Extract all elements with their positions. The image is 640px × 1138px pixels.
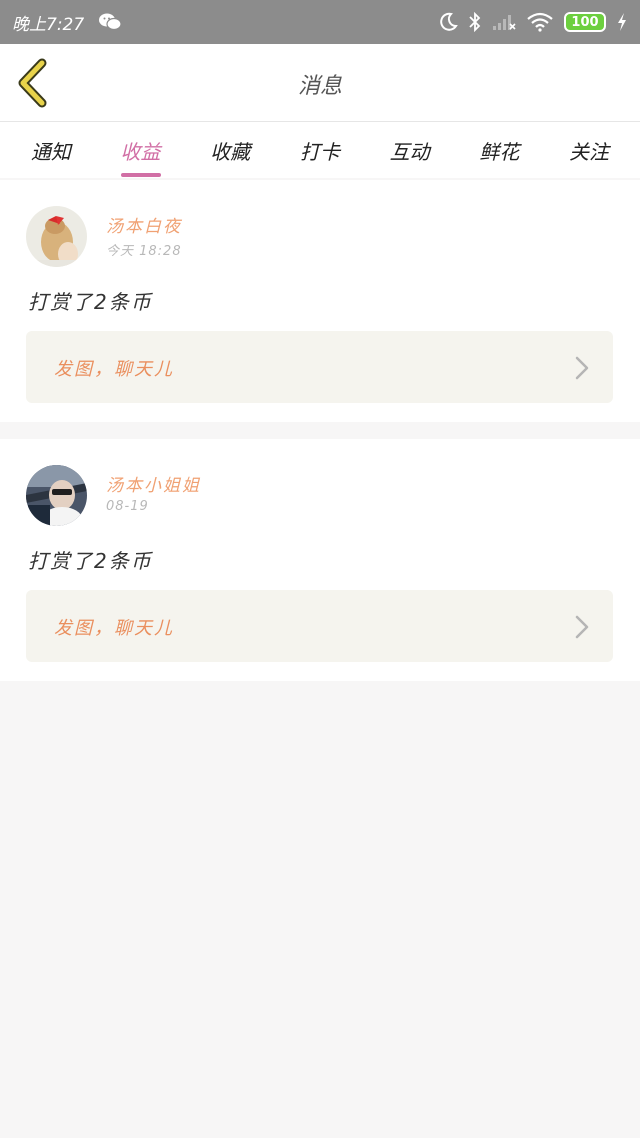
timestamp: 08-19	[106, 499, 149, 514]
message-text: 打赏了2条币	[28, 290, 153, 314]
tab-checkin[interactable]: 打卡	[296, 128, 344, 173]
timestamp: 今天 18:28	[106, 244, 182, 259]
chat-prompt-label: 发图，聊天儿	[54, 359, 174, 380]
tab-label: 收益	[120, 139, 161, 164]
chevron-right-icon	[575, 356, 589, 380]
tab-label: 互动	[389, 139, 430, 164]
tab-interactions[interactable]: 互动	[386, 128, 434, 173]
chat-prompt-label: 发图，聊天儿	[54, 618, 174, 639]
chevron-right-icon	[575, 615, 589, 639]
tab-label: 收藏	[210, 139, 251, 164]
tab-favorites[interactable]: 收藏	[206, 128, 254, 173]
chat-prompt-button[interactable]: 发图，聊天儿	[26, 331, 613, 403]
username[interactable]: 汤本白夜	[106, 212, 182, 237]
status-time: 晚上7:27	[12, 14, 85, 35]
battery-indicator: 100	[564, 12, 606, 32]
moon-icon	[440, 12, 458, 31]
tab-label: 通知	[30, 139, 71, 164]
header-bar: 消息	[0, 44, 640, 122]
status-right: 100	[438, 12, 628, 32]
tab-bar: 通知 收益 收藏 打卡 互动 鲜花 关注	[0, 122, 640, 178]
bluetooth-icon	[469, 12, 481, 32]
wifi-icon	[527, 12, 553, 32]
tab-flowers[interactable]: 鲜花	[475, 128, 523, 173]
username[interactable]: 汤本小姐姐	[106, 471, 201, 496]
tab-earnings[interactable]: 收益	[117, 128, 165, 177]
tab-notifications[interactable]: 通知	[27, 128, 75, 173]
charging-bolt-icon	[618, 13, 626, 31]
tab-label: 鲜花	[479, 139, 520, 164]
tab-following[interactable]: 关注	[565, 128, 613, 173]
avatar[interactable]	[26, 465, 87, 526]
battery-level: 100	[571, 14, 599, 30]
tab-label: 关注	[569, 139, 610, 164]
message-card: 汤本小姐姐 08-19 打赏了2条币 发图，聊天儿	[0, 439, 640, 681]
chat-prompt-button[interactable]: 发图，聊天儿	[26, 590, 613, 662]
avatar-image	[26, 465, 87, 526]
status-bar: 晚上7:27 100	[0, 0, 640, 44]
page-title: 消息	[297, 74, 342, 99]
cellular-signal-icon	[493, 15, 516, 30]
message-text: 打赏了2条币	[28, 549, 153, 573]
active-tab-indicator	[120, 172, 161, 177]
status-left: 晚上7:27	[12, 10, 122, 35]
tab-label: 打卡	[299, 139, 340, 164]
message-card: 汤本白夜 今天 18:28 打赏了2条币 发图，聊天儿	[0, 180, 640, 422]
avatar-image	[26, 206, 87, 267]
avatar[interactable]	[26, 206, 87, 267]
wechat-icon	[99, 13, 122, 31]
